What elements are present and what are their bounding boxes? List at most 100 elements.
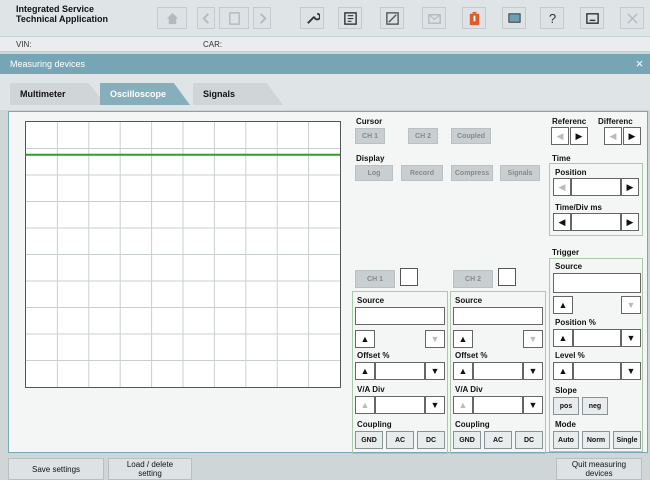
ch2-offset-up[interactable]: ▲ xyxy=(453,362,473,380)
slope-neg-button[interactable]: neg xyxy=(582,397,608,415)
measure-icon xyxy=(385,11,399,25)
trigger-source-up[interactable]: ▲ xyxy=(553,296,573,314)
ch2-button[interactable]: CH 2 xyxy=(453,270,493,288)
display-compress-button[interactable]: Compress xyxy=(451,165,493,181)
load-delete-setting-button[interactable]: Load / delete setting xyxy=(108,458,192,480)
ch2-source-up[interactable]: ▲ xyxy=(453,330,473,348)
document-button[interactable] xyxy=(219,7,249,29)
measure-button[interactable] xyxy=(380,7,404,29)
cursor-ch1-button[interactable]: CH 1 xyxy=(355,128,385,144)
ch1-source-down[interactable]: ▼ xyxy=(425,330,445,348)
exit-button[interactable] xyxy=(620,7,644,29)
help-button[interactable]: ? xyxy=(540,7,564,29)
quit-measuring-button[interactable]: Quit measuring devices xyxy=(556,458,642,480)
display-log-button[interactable]: Log xyxy=(355,165,393,181)
mode-auto-button[interactable]: Auto xyxy=(553,431,579,449)
reference-left-button[interactable]: ◀ xyxy=(551,127,569,145)
ch2-offset-label: Offset % xyxy=(455,351,488,360)
time-position-right[interactable]: ▶ xyxy=(621,178,639,196)
ch2-source-down[interactable]: ▼ xyxy=(523,330,543,348)
ch2-ac-button[interactable]: AC xyxy=(484,431,512,449)
minimize-button[interactable] xyxy=(580,7,604,29)
time-position-field[interactable] xyxy=(571,178,621,196)
arrow-up-icon: ▲ xyxy=(360,334,370,344)
ch1-offset-down[interactable]: ▼ xyxy=(425,362,445,380)
wrench-button[interactable] xyxy=(300,7,324,29)
difference-right-button[interactable]: ▶ xyxy=(623,127,641,145)
top-toolbar: Integrated Service Technical Application… xyxy=(0,0,650,36)
ch1-checkbox[interactable] xyxy=(400,268,418,286)
trigger-level-down[interactable]: ▼ xyxy=(621,362,641,380)
ch2-dc-button[interactable]: DC xyxy=(515,431,543,449)
trigger-source-down[interactable]: ▼ xyxy=(621,296,641,314)
vehicle-info-bar: VIN: CAR: xyxy=(0,36,650,52)
ch1-offset-up[interactable]: ▲ xyxy=(355,362,375,380)
mode-single-button[interactable]: Single xyxy=(613,431,641,449)
chevron-right-icon xyxy=(259,12,267,24)
arrow-down-icon: ▼ xyxy=(430,366,440,376)
reference-right-button[interactable]: ▶ xyxy=(570,127,588,145)
ch1-source-field[interactable] xyxy=(355,307,445,325)
trigger-source-field[interactable] xyxy=(553,273,641,293)
ch1-vadiv-up[interactable]: ▲ xyxy=(355,396,375,414)
arrow-left-icon: ◀ xyxy=(558,216,566,227)
close-window-icon[interactable]: × xyxy=(633,57,646,70)
ch2-source-field[interactable] xyxy=(453,307,543,325)
arrow-left-icon: ◀ xyxy=(556,130,564,141)
wiring-diagram-icon xyxy=(343,11,357,25)
mode-norm-button[interactable]: Norm xyxy=(582,431,610,449)
close-icon xyxy=(626,12,638,24)
ch1-dc-button[interactable]: DC xyxy=(417,431,445,449)
save-settings-button[interactable]: Save settings xyxy=(8,458,104,480)
ch2-vadiv-up[interactable]: ▲ xyxy=(453,396,473,414)
display-record-button[interactable]: Record xyxy=(401,165,443,181)
ch2-coupling-label: Coupling xyxy=(455,420,490,429)
ch1-ac-button[interactable]: AC xyxy=(386,431,414,449)
battery-button[interactable] xyxy=(462,7,486,29)
ch1-button[interactable]: CH 1 xyxy=(355,270,395,288)
cursor-coupled-button[interactable]: Coupled xyxy=(451,128,491,144)
ch1-vadiv-field[interactable] xyxy=(375,396,425,414)
ch2-offset-down[interactable]: ▼ xyxy=(523,362,543,380)
ch1-source-up[interactable]: ▲ xyxy=(355,330,375,348)
trigger-level-field[interactable] xyxy=(573,362,621,380)
trigger-level-up[interactable]: ▲ xyxy=(553,362,573,380)
difference-left-button[interactable]: ◀ xyxy=(604,127,622,145)
arrow-up-icon: ▲ xyxy=(360,400,370,410)
ch1-gnd-button[interactable]: GND xyxy=(355,431,383,449)
svg-text:?: ? xyxy=(548,11,555,26)
forward-button[interactable] xyxy=(253,7,271,29)
ch1-vadiv-down[interactable]: ▼ xyxy=(425,396,445,414)
arrow-down-icon: ▼ xyxy=(626,300,636,310)
arrow-up-icon: ▲ xyxy=(458,334,468,344)
ch1-offset-field[interactable] xyxy=(375,362,425,380)
home-button[interactable] xyxy=(157,7,187,29)
tab-signals[interactable]: Signals xyxy=(193,83,283,105)
ch2-vadiv-field[interactable] xyxy=(473,396,523,414)
ch2-vadiv-down[interactable]: ▼ xyxy=(523,396,543,414)
trigger-source-label: Source xyxy=(555,262,583,271)
trigger-position-up[interactable]: ▲ xyxy=(553,329,573,347)
display-signals-button[interactable]: Signals xyxy=(500,165,540,181)
monitor-button[interactable] xyxy=(502,7,526,29)
ch2-checkbox[interactable] xyxy=(498,268,516,286)
back-button[interactable] xyxy=(197,7,215,29)
time-div-right[interactable]: ▶ xyxy=(621,213,639,231)
cursor-ch2-button[interactable]: CH 2 xyxy=(408,128,438,144)
time-position-left[interactable]: ◀ xyxy=(553,178,571,196)
wrench-icon xyxy=(306,12,320,24)
mail-button[interactable] xyxy=(422,7,446,29)
time-div-field[interactable] xyxy=(571,213,621,231)
tab-multimeter[interactable]: Multimeter xyxy=(10,83,106,105)
ch2-offset-field[interactable] xyxy=(473,362,523,380)
arrow-right-icon: ▶ xyxy=(575,130,583,141)
arrow-down-icon: ▼ xyxy=(430,400,440,410)
arrow-up-icon: ▲ xyxy=(558,366,568,376)
wiring-button[interactable] xyxy=(338,7,362,29)
time-div-left[interactable]: ◀ xyxy=(553,213,571,231)
slope-pos-button[interactable]: pos xyxy=(553,397,579,415)
trigger-position-field[interactable] xyxy=(573,329,621,347)
trigger-position-down[interactable]: ▼ xyxy=(621,329,641,347)
tab-oscilloscope[interactable]: Oscilloscope xyxy=(100,83,190,105)
ch2-gnd-button[interactable]: GND xyxy=(453,431,481,449)
